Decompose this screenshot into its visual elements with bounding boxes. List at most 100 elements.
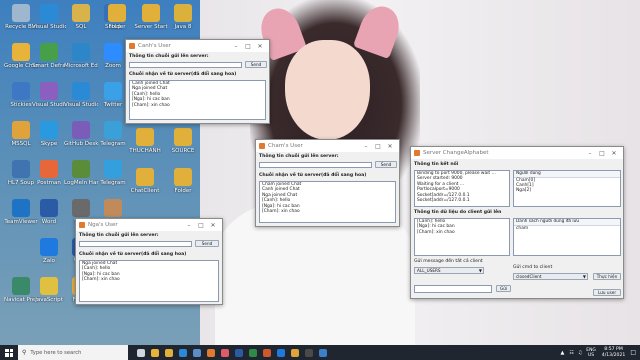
desktop-icon[interactable]: Folder [100,4,134,30]
window-title: Server ChangeAlphabet [423,150,489,156]
close-button[interactable]: ✕ [384,143,396,150]
desktop-icon[interactable]: SQL [64,4,98,30]
desktop-icon-label: Folder [174,188,192,194]
desktop-icon[interactable]: Microsoft Edge [64,43,98,69]
desktop-icon[interactable]: Visual Studio Code [32,4,66,30]
desktop-icon-label: Java 8 [174,24,192,30]
client-cmd-select[interactable]: closedClient ▼ [513,273,588,280]
titlebar[interactable]: Nga's User – □ ✕ [76,219,222,231]
desktop-icon[interactable]: Word [32,199,66,225]
list-item: cham [516,225,529,231]
desktop-icon[interactable]: Server Start [134,4,168,30]
saved-user-list[interactable]: Danh sách người dùng đã lưu cham [513,218,621,256]
send-button[interactable]: Send [375,161,397,168]
taskbar-app-task-view[interactable] [134,345,148,360]
clock[interactable]: 8:57 PM 4/13/2021 [602,347,626,359]
desktop-icon[interactable]: Java 8 [166,4,200,30]
app-icon [40,277,58,295]
send-button[interactable]: Send [195,240,219,247]
window-server[interactable]: Server ChangeAlphabet – □ ✕ Thông tin kế… [410,146,624,299]
send-button[interactable]: Send [245,61,267,68]
receive-label: Chuỗi nhận về từ server(đã đổi sang hoa) [79,252,187,257]
minimize-button[interactable]: – [230,43,242,50]
desktop-icon-label: Postman [37,180,61,186]
minimize-button[interactable]: – [360,143,372,150]
broadcast-input[interactable] [414,285,492,293]
taskbar-app-word[interactable] [232,345,246,360]
taskbar-app-mail[interactable] [316,345,330,360]
taskbar-app-chrome[interactable] [148,345,162,360]
minimize-button[interactable]: – [584,150,596,157]
desktop-icon[interactable]: LogMeIn Hamachi [64,160,98,186]
client-data-log[interactable]: [Canh]: hello [Nga]: hi cac ban [Cham]: xi… [414,218,510,256]
taskbar-app-java[interactable] [204,345,218,360]
maximize-button[interactable]: □ [242,43,254,50]
message-list[interactable]: Nga joined Chat [Canh]: hello [Nga]: hi ca… [79,260,219,302]
language-indicator[interactable]: ENG US [586,348,595,358]
receive-label: Chuỗi nhận về từ server(đã đổi sang hoa) [129,72,237,77]
desktop-icon[interactable]: Visual Studio Code [64,82,98,108]
desktop-icon-label: Folder [108,24,126,30]
desktop-icon[interactable]: Zalo [32,238,66,264]
desktop-icon[interactable]: THUCHANH [128,128,162,154]
taskbar-app-netbeans[interactable] [190,345,204,360]
wifi-icon[interactable]: ☷ [569,350,573,356]
desktop-icon[interactable]: Visual Studio 2019 [32,82,66,108]
server-log[interactable]: Binding to port 9000, please wait ... Ser… [414,170,510,207]
broadcast-label: Gửi message đến tất cả client [414,259,483,264]
taskbar-app-excel[interactable] [246,345,260,360]
desktop-icon[interactable]: Postman [32,160,66,186]
message-input[interactable] [79,241,192,247]
search-placeholder: Type here to search [30,349,82,356]
close-button[interactable]: ✕ [207,222,219,229]
maximize-button[interactable]: □ [372,143,384,150]
desktop-icon[interactable]: Telegram [96,160,130,186]
taskbar-app-zalo[interactable] [274,345,288,360]
titlebar[interactable]: Cham's User – □ ✕ [256,140,399,152]
close-button[interactable]: ✕ [608,150,620,157]
desktop-icon[interactable]: SOURCE [166,128,200,154]
desktop-icon[interactable]: Smart Defrag [32,43,66,69]
taskbar-app-powerpoint[interactable] [260,345,274,360]
message-list[interactable]: Canh joined Chat Nga joined Chat [Canh]: h… [129,80,266,120]
minimize-button[interactable]: – [183,222,195,229]
taskbar: ⚲ Type here to search ▲ ☷ ♫ ENG US 8:57 … [0,345,640,360]
message-input[interactable] [129,62,242,68]
chrome-icon [151,348,159,357]
intellij-icon [221,348,229,357]
broadcast-select[interactable]: ALL_USERS ▼ [414,267,484,274]
message-list[interactable]: Cham joined Chat Canh joined Chat Nga join… [259,181,396,223]
window-cham-user[interactable]: Cham's User – □ ✕ Thông tin chuỗi gửi lê… [255,139,400,227]
taskbar-app-chrome-2[interactable] [288,345,302,360]
app-icon [72,4,90,22]
volume-icon[interactable]: ♫ [578,350,582,356]
taskbar-search[interactable]: ⚲ Type here to search [18,345,128,360]
desktop-icon[interactable]: Skype [32,121,66,147]
window-nga-user[interactable]: Nga's User – □ ✕ Thông tin chuỗi gửi lên… [75,218,223,305]
taskbar-app-files[interactable] [162,345,176,360]
close-button[interactable]: ✕ [254,43,266,50]
taskbar-app-intellij[interactable] [218,345,232,360]
taskbar-app-vscode[interactable] [176,345,190,360]
start-button[interactable] [0,345,18,360]
broadcast-send-button[interactable]: Gửi [496,285,511,292]
save-user-button[interactable]: Lưu user [593,289,621,296]
user-list[interactable]: Người dùng Cham[0] Canh[1] Nga[2] [513,170,621,207]
window-canh-user[interactable]: Canh's User – □ ✕ Thông tin chuỗi gửi lê… [125,39,270,124]
desktop-icon[interactable]: ChatClient [128,168,162,194]
chevron-up-icon[interactable]: ▲ [560,350,564,356]
desktop-icon[interactable]: Folder [166,168,200,194]
maximize-button[interactable]: □ [596,150,608,157]
desktop-icon-label: SQL [75,24,87,30]
taskbar-app-terminal[interactable] [302,345,316,360]
run-command-button[interactable]: Thực hiện [593,273,621,280]
desktop-icon[interactable]: Telegram [96,121,130,147]
desktop-icon[interactable]: JavaScript [32,277,66,303]
list-item: [Cham]: xin chao [262,209,300,215]
titlebar[interactable]: Server ChangeAlphabet – □ ✕ [411,147,623,159]
message-input[interactable] [259,162,372,168]
titlebar[interactable]: Canh's User – □ ✕ [126,40,269,52]
desktop-icon[interactable]: GitHub Desktop [64,121,98,147]
notification-icon[interactable]: □ [630,349,636,356]
maximize-button[interactable]: □ [195,222,207,229]
